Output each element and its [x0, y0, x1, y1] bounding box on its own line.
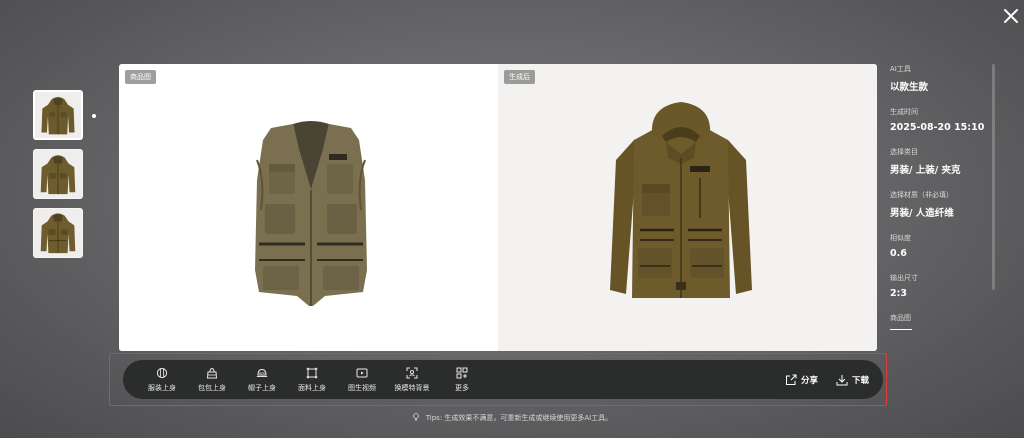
info-category: 选择类目 男装/ 上装/ 夹克 [890, 147, 990, 176]
info-output-size: 输出尺寸 2:3 [890, 273, 990, 299]
info-label: 选择类目 [890, 148, 918, 156]
generated-tag: 生成后 [504, 70, 535, 84]
close-button[interactable] [1001, 6, 1021, 26]
product-label-underline [890, 329, 912, 330]
shirt-icon [156, 367, 168, 378]
info-value: 2:3 [890, 288, 908, 299]
tool-hat-try-on[interactable]: 帽子上身 [237, 367, 287, 393]
bottom-toolbar: 服装上身 包包上身 帽子上身 面料上身 图生视频 换模特背景 更多 分享 下载 [123, 360, 883, 399]
download-button[interactable]: 下载 [836, 374, 869, 386]
share-label: 分享 [800, 375, 818, 386]
info-similarity: 相似度 0.6 [890, 233, 990, 259]
thumbnail-2[interactable] [33, 149, 83, 199]
info-material: 选择材质（非必填） 男装/ 人造纤维 [890, 190, 990, 219]
tips-text: Tips: 生成效果不满意，可重新生成或继续使用更多AI工具。 [425, 414, 613, 422]
tool-image-to-video[interactable]: 图生视频 [337, 367, 387, 393]
info-label: 输出尺寸 [890, 274, 918, 282]
info-scrollbar[interactable] [992, 64, 995, 290]
bag-icon [206, 367, 218, 378]
thumbnail-list [33, 90, 85, 267]
tool-fabric-try-on[interactable]: 面料上身 [287, 367, 337, 393]
tool-label: 帽子上身 [248, 383, 276, 392]
jacket-thumbnail-image [34, 150, 82, 198]
scan-icon [406, 367, 418, 378]
tool-clothing-try-on[interactable]: 服装上身 [137, 367, 187, 393]
info-value: 以款生款 [890, 82, 929, 93]
info-value: 男装/ 上装/ 夹克 [890, 165, 961, 176]
info-panel: AI工具 以款生款 生成时间 2025-08-20 15:10 选择类目 男装/… [890, 64, 990, 344]
tool-label: 服装上身 [148, 383, 176, 392]
hat-icon [256, 368, 268, 377]
jacket-image [610, 102, 752, 298]
download-icon [836, 374, 848, 385]
thumbnail-1[interactable] [33, 90, 83, 140]
jacket-thumbnail-image [34, 209, 82, 257]
grid-icon [456, 367, 468, 378]
tool-label: 面料上身 [298, 383, 326, 392]
original-image-panel[interactable]: 商品图 [119, 64, 498, 351]
generated-image-panel[interactable]: 生成后 [498, 64, 877, 351]
tool-label: 图生视频 [348, 383, 376, 392]
video-icon [356, 368, 368, 377]
info-value: 0.6 [890, 248, 907, 259]
info-product-image: 商品图 [890, 313, 990, 330]
active-indicator-dot [92, 114, 96, 118]
tips-text-row: Tips: 生成效果不满意，可重新生成或继续使用更多AI工具。 [0, 413, 1024, 423]
info-label: 相似度 [890, 234, 911, 242]
close-icon [1004, 9, 1018, 23]
jacket-thumbnail-image [35, 92, 81, 138]
info-label: 生成时间 [890, 108, 918, 116]
original-tag: 商品图 [125, 70, 156, 84]
tool-bag-try-on[interactable]: 包包上身 [187, 367, 237, 393]
tool-label: 换模特背景 [394, 383, 430, 392]
info-value: 2025-08-20 15:10 [890, 122, 985, 133]
info-label: 选择材质（非必填） [890, 191, 953, 199]
fabric-icon [306, 367, 318, 378]
tool-more[interactable]: 更多 [437, 367, 487, 393]
info-generated-time: 生成时间 2025-08-20 15:10 [890, 107, 990, 133]
info-value: 男装/ 人造纤维 [890, 208, 954, 219]
vest-image [255, 121, 367, 306]
tool-label: 包包上身 [198, 383, 226, 392]
info-ai-tool: AI工具 以款生款 [890, 64, 990, 93]
tool-label: 更多 [455, 383, 469, 392]
share-icon [785, 374, 797, 385]
share-button[interactable]: 分享 [785, 374, 818, 386]
info-label: AI工具 [890, 65, 911, 73]
lightbulb-icon [412, 413, 419, 421]
tool-change-model-background[interactable]: 换模特背景 [387, 367, 437, 393]
thumbnail-3[interactable] [33, 208, 83, 258]
info-label: 商品图 [890, 314, 911, 322]
image-comparison-viewer: 商品图 生成后 [119, 64, 877, 351]
download-label: 下载 [851, 375, 869, 386]
